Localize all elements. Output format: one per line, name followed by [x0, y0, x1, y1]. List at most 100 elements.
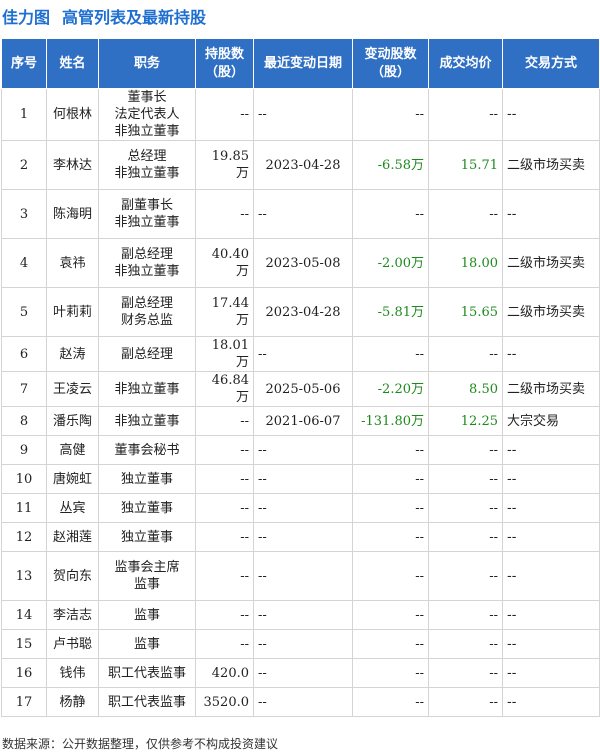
title-bar: 佳力图 高管列表及最新持股 — [0, 0, 600, 32]
avg-price: 18.00 — [428, 238, 503, 288]
person-name: 赵湘莲 — [46, 522, 99, 552]
shares-changed: -- — [352, 600, 429, 630]
table-row: 2 李林达 总经理 非独立董事 19.85万 2023-04-28 -6.58万 15.71 二… — [1, 140, 600, 190]
row-index: 16 — [1, 658, 47, 688]
shares-held: -- — [195, 88, 254, 141]
row-index: 7 — [1, 371, 47, 407]
trade-type: -- — [502, 687, 600, 717]
change-date: -- — [253, 336, 353, 372]
row-index: 2 — [1, 140, 47, 190]
change-date: -- — [253, 88, 353, 141]
trade-type: -- — [502, 336, 600, 372]
row-index: 12 — [1, 522, 47, 552]
change-date: -- — [253, 629, 353, 659]
person-name: 赵涛 — [46, 336, 99, 372]
position-cell: 非独立董事 — [98, 371, 196, 407]
table-row: 12 赵湘莲 独立董事 -- -- -- -- -- — [1, 522, 600, 552]
position-cell: 监事 — [98, 600, 196, 630]
avg-price: 12.25 — [428, 406, 503, 436]
position-cell: 职工代表监事 — [98, 687, 196, 717]
shares-held: -- — [195, 629, 254, 659]
shares-held: 18.01万 — [195, 336, 254, 372]
column-header: 最近变动日期 — [253, 38, 353, 89]
person-name: 高健 — [46, 435, 99, 465]
shares-held: -- — [195, 435, 254, 465]
person-name: 唐婉虹 — [46, 464, 99, 494]
trade-type: -- — [502, 464, 600, 494]
trade-type: -- — [502, 522, 600, 552]
avg-price: -- — [428, 551, 503, 601]
trade-type: -- — [502, 551, 600, 601]
table-row: 7 王凌云 非独立董事 46.84万 2025-05-06 -2.20万 8.50 二级市场买… — [1, 371, 600, 407]
avg-price: 8.50 — [428, 371, 503, 407]
table-row: 16 钱伟 职工代表监事 420.0 -- -- -- -- — [1, 658, 600, 688]
trade-type: 二级市场买卖 — [502, 140, 600, 190]
table-row: 10 唐婉虹 独立董事 -- -- -- -- -- — [1, 464, 600, 494]
shares-held: -- — [195, 189, 254, 239]
table-body: 1 何根林 董事长 法定代表人 非独立董事 -- -- -- -- -- 2 李林达 总经理 非独立董事 1… — [1, 88, 600, 717]
avg-price: 15.71 — [428, 140, 503, 190]
shares-changed: -- — [352, 687, 429, 717]
row-index: 10 — [1, 464, 47, 494]
column-header: 持股数 （股） — [195, 38, 254, 89]
position-cell: 总经理 非独立董事 — [98, 140, 196, 190]
trade-type: -- — [502, 600, 600, 630]
shares-changed: -5.81万 — [352, 287, 429, 337]
row-index: 4 — [1, 238, 47, 288]
position-cell: 独立董事 — [98, 493, 196, 523]
column-header: 序号 — [1, 38, 47, 89]
shares-held: 17.44万 — [195, 287, 254, 337]
position-cell: 监事会主席 监事 — [98, 551, 196, 601]
change-date: -- — [253, 600, 353, 630]
person-name: 王凌云 — [46, 371, 99, 407]
shares-held: -- — [195, 551, 254, 601]
table-row: 6 赵涛 副总经理 18.01万 -- -- -- -- — [1, 336, 600, 372]
table-row: 9 高健 董事会秘书 -- -- -- -- -- — [1, 435, 600, 465]
position-cell: 董事会秘书 — [98, 435, 196, 465]
change-date: -- — [253, 189, 353, 239]
executives-table: 序号 姓名 职务 持股数 （股） 最近变动日期 变动股数 （股） 成交均价 交易方式 1 何根林 董事… — [1, 38, 600, 717]
table-row: 1 何根林 董事长 法定代表人 非独立董事 -- -- -- -- -- — [1, 88, 600, 141]
shares-changed: -- — [352, 88, 429, 141]
change-date: 2021-06-07 — [253, 406, 353, 436]
shares-changed: -6.58万 — [352, 140, 429, 190]
shares-held: -- — [195, 522, 254, 552]
position-cell: 副总经理 财务总监 — [98, 287, 196, 337]
row-index: 1 — [1, 88, 47, 141]
avg-price: -- — [428, 336, 503, 372]
table-row: 11 丛宾 独立董事 -- -- -- -- -- — [1, 493, 600, 523]
avg-price: -- — [428, 658, 503, 688]
trade-type: 二级市场买卖 — [502, 371, 600, 407]
person-name: 何根林 — [46, 88, 99, 141]
shares-changed: -- — [352, 551, 429, 601]
trade-type: -- — [502, 493, 600, 523]
position-cell: 非独立董事 — [98, 406, 196, 436]
position-cell: 副总经理 非独立董事 — [98, 238, 196, 288]
shares-held: 3520.0 — [195, 687, 254, 717]
shares-changed: -- — [352, 435, 429, 465]
person-name: 李洁志 — [46, 600, 99, 630]
avg-price: -- — [428, 493, 503, 523]
avg-price: 15.65 — [428, 287, 503, 337]
avg-price: -- — [428, 189, 503, 239]
shares-changed: -131.80万 — [352, 406, 429, 436]
change-date: -- — [253, 522, 353, 552]
row-index: 6 — [1, 336, 47, 372]
shares-held: 19.85万 — [195, 140, 254, 190]
column-header: 职务 — [98, 38, 196, 89]
data-source-note: 数据来源：公开数据整理，仅供参考不构成投资建议 — [2, 737, 279, 751]
avg-price: -- — [428, 522, 503, 552]
position-cell: 独立董事 — [98, 522, 196, 552]
change-date: -- — [253, 464, 353, 494]
trade-type: 大宗交易 — [502, 406, 600, 436]
row-index: 15 — [1, 629, 47, 659]
position-cell: 副总经理 — [98, 336, 196, 372]
change-date: 2023-04-28 — [253, 287, 353, 337]
trade-type: 二级市场买卖 — [502, 287, 600, 337]
trade-type: -- — [502, 189, 600, 239]
trade-type: -- — [502, 435, 600, 465]
person-name: 袁祎 — [46, 238, 99, 288]
shares-held: 46.84万 — [195, 371, 254, 407]
change-date: -- — [253, 658, 353, 688]
shares-held: 40.40万 — [195, 238, 254, 288]
